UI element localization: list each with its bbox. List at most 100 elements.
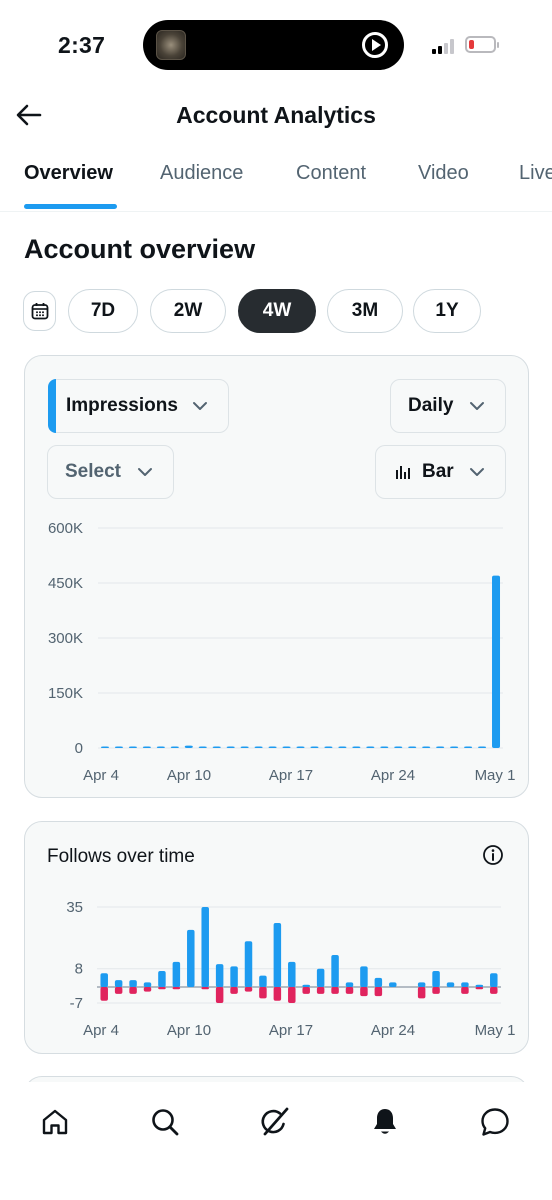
follows-bar [432,971,440,987]
follows-chart-card: Follows over time 35 8 -7 Apr 4 Apr 10 Apr 17… [24,821,529,1054]
unfollows-bar [129,987,137,994]
follows-bar [114,980,123,987]
unfollows-bar [490,987,498,994]
follows-bar [374,977,383,987]
impressions-bar [366,746,375,748]
follows-bar [302,984,310,987]
follows-bar [100,973,108,987]
impressions-bar [436,746,445,748]
impressions-bar [296,746,305,748]
follows-bar [316,968,325,987]
bell-icon [374,1109,396,1134]
impressions-bar [492,575,501,748]
tab-video[interactable]: Video [418,162,469,185]
impressions-bar [114,746,123,748]
y-tick-label: 300K [48,630,83,647]
x-tick-label: Apr 17 [269,1022,313,1039]
x-tick-label: Apr 24 [371,767,415,784]
x-tick-label: May 1 [475,1022,516,1039]
tab-live[interactable]: Live [519,162,552,185]
impressions-bar [478,746,487,748]
follows-bar [475,984,484,987]
tab-overview[interactable]: Overview [24,162,113,185]
follows-bar [129,980,137,987]
follows-bar [187,929,195,987]
unfollows-bar [432,987,440,994]
unfollows-bar [331,987,339,994]
unfollows-bar [273,987,282,1001]
nav-messages[interactable] [475,1102,515,1142]
follows-bar [288,961,296,987]
follows-bar [273,923,282,987]
follows-bar [172,961,181,987]
nav-search[interactable] [145,1102,185,1142]
follows-bar [417,982,426,987]
battery-icon [465,36,499,53]
range-1y-button[interactable]: 1Y [413,289,481,333]
y-tick-label: -7 [70,995,83,1012]
impressions-bar [100,746,109,748]
dynamic-island[interactable] [143,20,404,70]
follows-bar [215,964,224,987]
x-tick-label: Apr 10 [167,1022,211,1039]
unfollows-bar [201,987,209,990]
impressions-bar [226,746,235,748]
x-tick-label: Apr 10 [167,767,211,784]
unfollows-bar [215,987,224,1003]
impressions-bar [464,746,473,748]
unfollows-bar [461,987,469,994]
range-4w-button[interactable]: 4W [238,289,316,333]
tab-audience[interactable]: Audience [160,162,243,185]
impressions-bar [254,746,263,748]
impressions-bar [240,746,249,748]
x-tick-label: Apr 24 [371,1022,415,1039]
x-tick-label: Apr 4 [83,767,119,784]
bottom-navigation [0,1082,552,1200]
unfollows-bar [114,987,123,994]
impressions-bar [408,746,417,748]
unfollows-bar [345,987,354,994]
unfollows-bar [143,987,152,992]
nav-grok[interactable] [255,1102,295,1142]
follows-bar [331,955,339,987]
date-range-button[interactable] [23,291,56,331]
impressions-bar [142,746,151,748]
impressions-bar [212,746,221,748]
screen-record-icon [362,32,388,58]
status-bar: 2:37 [0,0,552,92]
active-tab-indicator [24,204,117,209]
page-title: Account Analytics [176,102,376,128]
impressions-bar [170,746,179,748]
y-tick-label: 0 [75,740,83,757]
unfollows-bar [475,987,484,990]
range-3m-button[interactable]: 3M [327,289,403,333]
impressions-bar-chart: 600K 450K 300K 150K 0Apr 4 Apr 10 Apr 17 Apr 24… [48,520,515,784]
unfollows-bar [100,987,108,1001]
range-2w-button[interactable]: 2W [150,289,226,333]
search-icon [152,1109,179,1136]
x-tick-label: Apr 17 [269,767,313,784]
unfollows-bar [374,987,383,997]
unfollows-bar [302,987,310,994]
follows-bar [201,907,209,987]
y-tick-label: 450K [48,575,83,592]
y-tick-label: 600K [48,520,83,537]
unfollows-bar [230,987,238,994]
unfollows-bar [244,987,253,992]
unfollows-bar [158,987,166,990]
nav-notifications[interactable] [365,1102,405,1142]
follows-bar [230,966,238,987]
follows-bar [259,975,267,987]
range-7d-button[interactable]: 7D [68,289,138,333]
cellular-signal-icon [432,38,458,54]
follows-bar [158,971,166,987]
y-tick-label: 35 [66,899,83,916]
impressions-bar [352,746,361,748]
nav-home[interactable] [35,1102,75,1142]
impressions-bar [324,746,333,748]
tab-content[interactable]: Content [296,162,366,185]
y-tick-label: 150K [48,685,83,702]
impressions-bar [198,746,207,748]
chat-icon [481,1108,509,1136]
home-icon [42,1109,68,1135]
